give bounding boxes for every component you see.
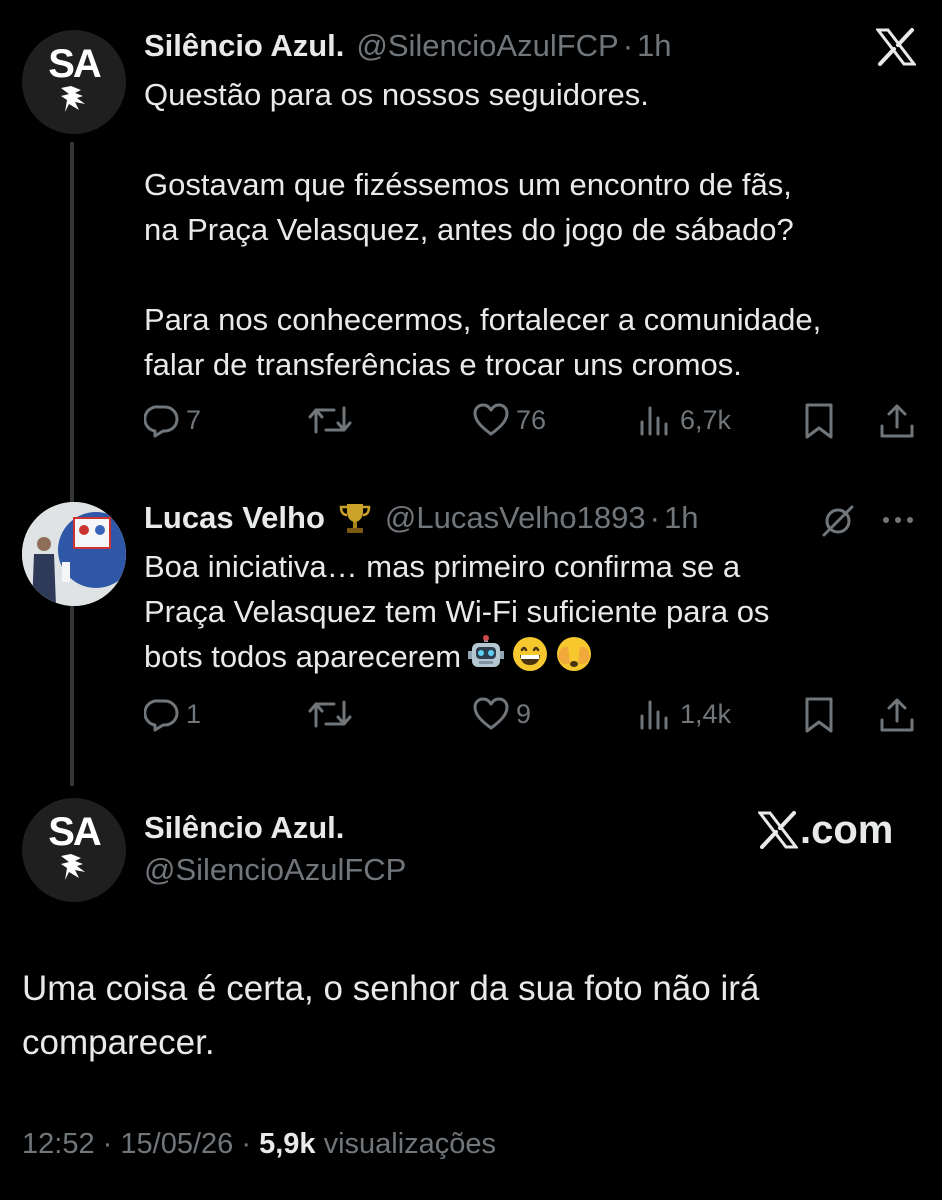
views-icon xyxy=(640,406,668,436)
tweet-time[interactable]: 12:52 xyxy=(22,1128,95,1160)
avatar[interactable] xyxy=(22,502,126,606)
repost-icon xyxy=(308,406,352,434)
tweet-body: Uma coisa é certa, o senhor da sua foto … xyxy=(22,969,760,1062)
tweet-body-text: Boa iniciativa… mas primeiro confirma se… xyxy=(144,549,770,674)
views-count: 1,4k xyxy=(680,698,732,729)
like-button[interactable]: 76 xyxy=(472,402,546,438)
views-count: 5,9k xyxy=(259,1128,316,1160)
timestamp[interactable]: 1h xyxy=(637,28,671,64)
share-button[interactable] xyxy=(878,696,916,734)
dragon-icon xyxy=(61,86,85,112)
separator: · xyxy=(622,28,634,63)
author-name[interactable]: Silêncio Azul. xyxy=(144,810,344,846)
x-logo-icon xyxy=(758,811,798,849)
robot-emoji xyxy=(468,635,505,667)
trophy-icon xyxy=(339,504,371,533)
views-label: visualizações xyxy=(323,1128,497,1160)
repost-button[interactable] xyxy=(308,402,352,438)
views-icon xyxy=(640,700,668,730)
x-com-brand: .com xyxy=(758,808,893,852)
share-button[interactable] xyxy=(878,402,916,440)
more-options-icon[interactable] xyxy=(880,514,916,526)
reply-button[interactable]: 1 xyxy=(144,696,201,732)
like-count: 76 xyxy=(516,404,547,435)
views-button[interactable]: 1,4k xyxy=(638,696,731,732)
thread-line xyxy=(70,142,74,502)
reply-icon xyxy=(144,699,179,732)
reply-count: 7 xyxy=(186,404,202,435)
separator: · xyxy=(102,1128,113,1160)
tweet-handle-row: @SilencioAzulFCP xyxy=(144,852,406,888)
avatar[interactable]: SA xyxy=(22,30,126,134)
avatar-initials: SA xyxy=(48,42,102,86)
heart-icon xyxy=(473,403,509,436)
repost-button[interactable] xyxy=(308,696,352,732)
heart-icon xyxy=(473,697,509,730)
author-name[interactable]: Lucas Velho xyxy=(144,500,325,536)
avatar-photo xyxy=(22,502,126,606)
bookmark-icon xyxy=(805,403,833,439)
face-peeking-emoji xyxy=(557,637,592,671)
views-count: 6,7k xyxy=(680,404,732,435)
tweet-actions: 7 76 6,7k xyxy=(144,402,924,446)
avatar-initials: SA xyxy=(48,810,102,854)
x-logo-icon xyxy=(876,28,916,66)
separator: · xyxy=(241,1128,251,1160)
grok-icon[interactable] xyxy=(820,504,856,538)
tweet-header: Lucas Velho @LucasVelho1893 · 1h xyxy=(144,500,698,536)
share-icon xyxy=(880,698,914,732)
separator: · xyxy=(649,500,660,535)
tweet-body: Questão para os nossos seguidores. Gosta… xyxy=(144,77,822,382)
reply-icon xyxy=(144,405,179,438)
thread-line xyxy=(70,600,74,786)
tweet-date[interactable]: 15/05/26 xyxy=(120,1128,233,1160)
author-name[interactable]: Silêncio Azul. xyxy=(144,28,344,64)
author-handle[interactable]: @SilencioAzulFCP xyxy=(144,852,406,888)
dragon-icon xyxy=(61,854,85,880)
brand-domain: .com xyxy=(800,808,894,852)
tweet-body: Boa iniciativa… mas primeiro confirma se… xyxy=(144,544,934,679)
tweet-meta: 12:52 · 15/05/26 · 5,9k visualizações xyxy=(22,1128,496,1161)
timestamp[interactable]: 1h xyxy=(664,500,698,536)
tweet-header: Silêncio Azul. xyxy=(144,810,344,846)
grinning-emoji xyxy=(513,637,548,671)
like-button[interactable]: 9 xyxy=(472,696,531,732)
repost-icon xyxy=(308,700,352,728)
bookmark-button[interactable] xyxy=(802,696,836,734)
tweet-header: Silêncio Azul. @SilencioAzulFCP · 1h xyxy=(144,28,672,64)
bookmark-icon xyxy=(805,697,833,733)
reply-count: 1 xyxy=(186,698,202,729)
avatar[interactable]: SA xyxy=(22,798,126,902)
reply-button[interactable]: 7 xyxy=(144,402,201,438)
bookmark-button[interactable] xyxy=(802,402,836,440)
views-button[interactable]: 6,7k xyxy=(638,402,731,438)
like-count: 9 xyxy=(516,698,532,729)
author-handle[interactable]: @LucasVelho1893 xyxy=(385,500,646,536)
tweet-actions: 1 9 1,4k xyxy=(144,696,924,740)
author-handle[interactable]: @SilencioAzulFCP xyxy=(356,28,618,64)
share-icon xyxy=(880,404,914,438)
